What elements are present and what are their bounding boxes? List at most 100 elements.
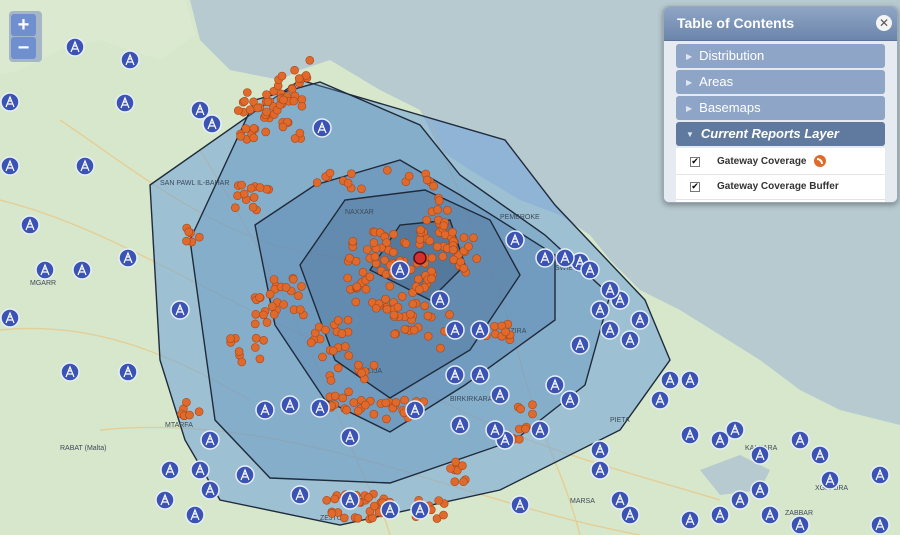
report-marker-icon [262,107,271,117]
cell-tower-icon [870,515,890,535]
zoom-in-button[interactable]: + [11,14,36,36]
report-marker-icon [400,395,409,405]
cell-tower-icon [470,365,490,385]
place-label: PEMBROKE [500,214,540,221]
report-marker-icon [427,253,437,263]
report-marker-icon [364,493,373,502]
report-marker-icon [423,311,433,321]
report-marker-icon [279,300,288,309]
report-marker-icon [445,310,454,319]
table-of-contents-panel: Table of Contents ✕ ▶ Distribution ▶ Areas… [663,6,898,203]
report-marker-icon [243,88,252,97]
report-marker-icon [333,316,343,325]
report-marker-icon [344,351,354,361]
close-icon[interactable]: ✕ [876,15,892,31]
cell-tower-icon [380,500,400,520]
report-marker-icon [348,237,358,246]
cell-tower-icon [390,260,410,280]
report-marker-icon [184,227,193,237]
toc-section-basemaps[interactable]: ▶ Basemaps [676,96,885,120]
report-marker-icon [354,360,363,370]
toc-title: Table of Contents [677,15,795,31]
toc-section-areas[interactable]: ▶ Areas [676,70,885,94]
layer-checkbox[interactable]: ✔ [690,182,700,192]
cell-tower-icon [340,490,360,510]
report-marker-icon [514,434,524,444]
gateway-marker[interactable] [413,251,427,265]
toc-layer-list: ✔ Gateway Coverage ✔ Gateway Coverage Bu… [676,148,885,202]
cell-tower-icon [20,215,40,235]
report-marker-icon [182,236,191,246]
report-marker-icon [325,168,335,178]
report-marker-icon [250,319,260,329]
report-marker-icon [501,327,510,337]
report-marker-icon [469,233,478,243]
report-marker-icon [345,253,354,263]
report-marker-icon [490,321,499,331]
report-marker-icon [343,178,353,188]
report-marker-icon [289,96,299,106]
cell-tower-icon [750,480,770,500]
report-marker-icon [251,343,260,352]
report-marker-icon [388,248,398,257]
report-marker-icon [340,342,350,351]
cell-tower-icon [590,460,610,480]
report-marker-icon [288,274,298,284]
report-marker-icon [234,106,243,115]
layer-checkbox[interactable]: ✔ [690,157,700,167]
cell-tower-icon [310,398,330,418]
report-marker-icon [342,405,351,415]
cell-tower-icon [580,260,600,280]
cell-tower-icon [445,320,465,340]
report-marker-icon [459,477,468,487]
report-marker-icon [434,496,444,505]
cell-tower-icon [750,445,770,465]
report-marker-icon [327,509,337,518]
report-marker-icon [347,169,356,178]
report-marker-icon [448,227,457,237]
report-marker-icon [361,284,371,294]
report-marker-icon [328,346,338,356]
cell-tower-icon [60,362,80,382]
report-marker-icon [423,331,433,341]
report-marker-icon [427,274,436,284]
report-marker-icon [240,96,249,106]
report-marker-icon [439,221,449,230]
report-marker-icon [236,132,245,141]
cell-tower-icon [680,370,700,390]
layer-label: Gateway Coverage [717,156,807,167]
cell-tower-icon [660,370,680,390]
cell-tower-icon [590,440,610,460]
report-marker-icon [365,272,375,282]
cell-tower-icon [490,385,510,405]
report-marker-icon [381,398,391,408]
cell-tower-icon [312,118,332,138]
report-marker-icon [297,282,306,291]
report-marker-icon [357,184,366,194]
report-marker-icon [195,232,204,242]
rss-icon[interactable] [814,155,827,168]
cell-tower-icon [680,510,700,530]
place-label: MARSA [570,498,595,505]
report-marker-icon [251,309,261,319]
report-marker-icon [326,376,336,385]
report-marker-icon [420,301,430,311]
report-marker-icon [404,171,414,181]
report-marker-icon [408,299,418,309]
report-marker-icon [369,409,379,419]
layer-label: Gateway Coverage Buffer [717,181,839,192]
cell-tower-icon [630,310,650,330]
toc-section-label: Current Reports Layer [700,126,839,141]
toc-section-label: Areas [699,74,734,89]
toc-section-current-reports-layer[interactable]: ▼ Current Reports Layer [676,122,885,146]
report-marker-icon [321,325,330,335]
cell-tower-icon [810,445,830,465]
report-marker-icon [306,338,316,347]
toc-layer-gateway-coverage-buffer: ✔ Gateway Coverage Buffer [676,175,885,200]
cell-tower-icon [120,50,140,70]
cell-tower-icon [410,500,430,520]
cell-tower-icon [65,37,85,57]
toc-section-distribution[interactable]: ▶ Distribution [676,44,885,68]
report-marker-icon [251,333,261,343]
zoom-out-button[interactable]: − [11,37,36,59]
